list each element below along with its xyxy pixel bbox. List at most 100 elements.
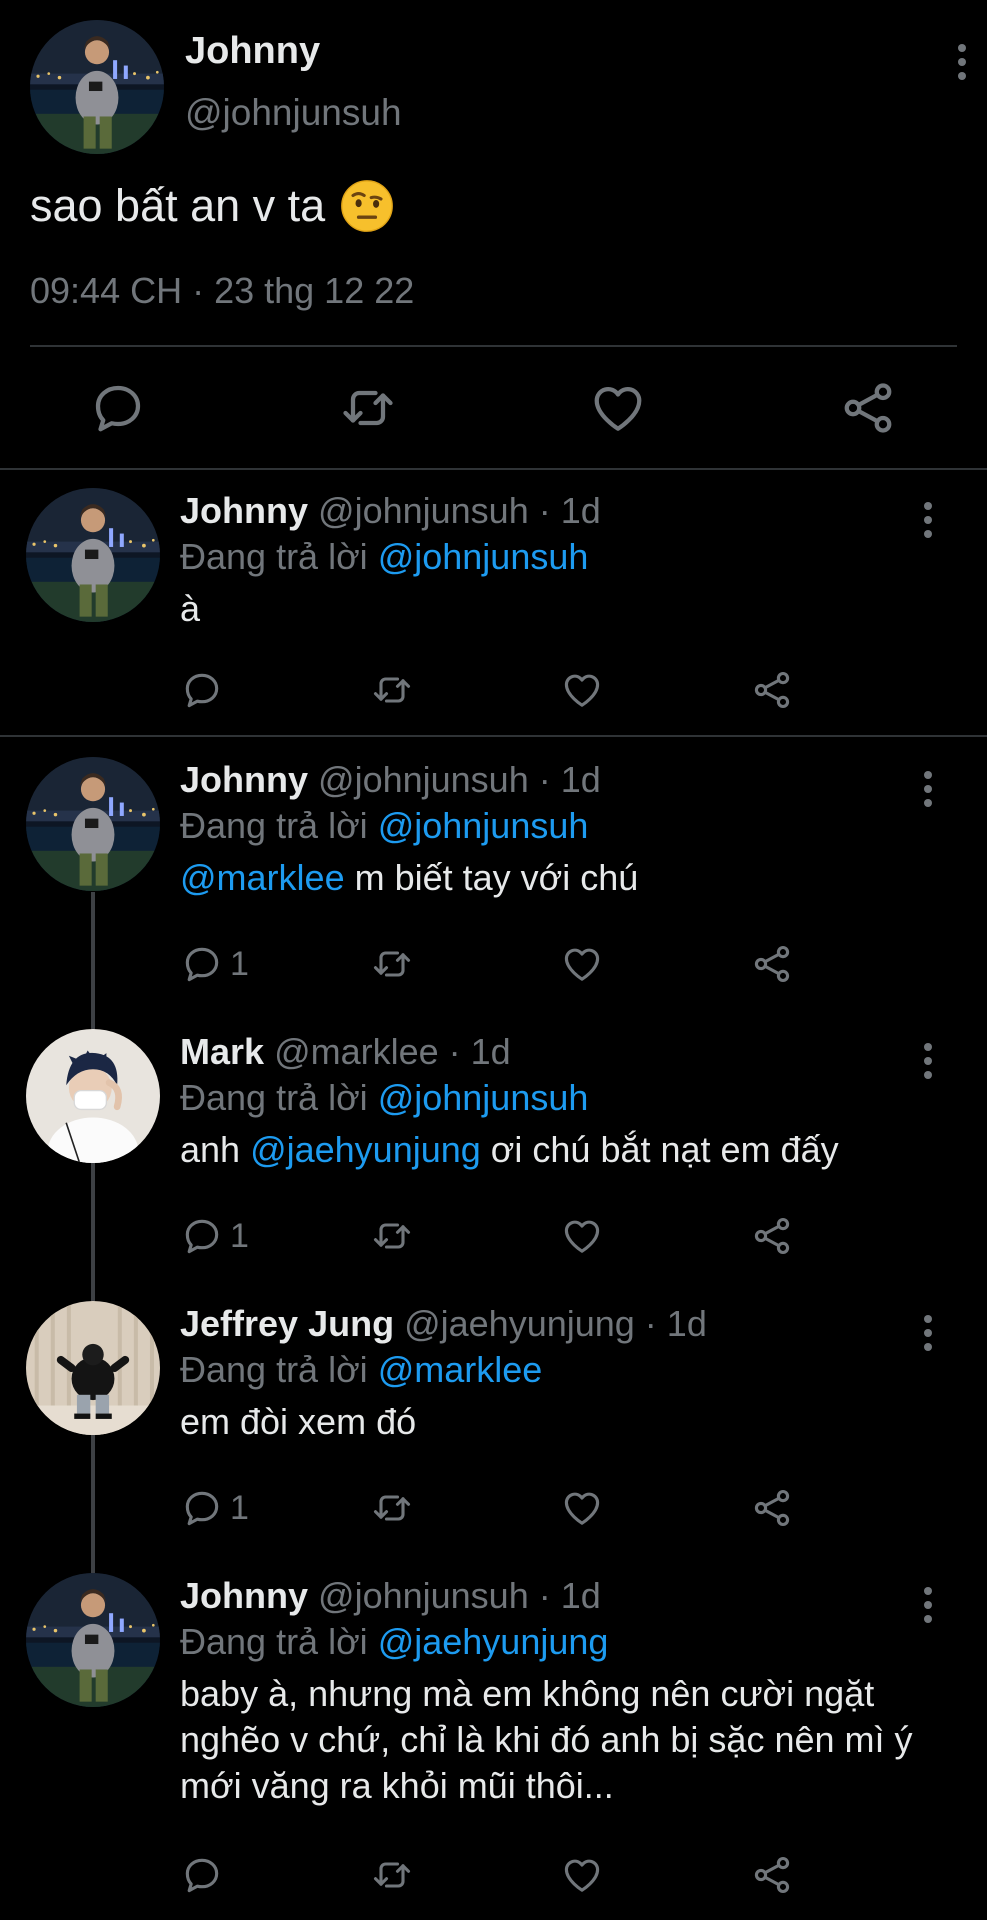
replying-to: Đang trả lời @jaehyunjung [180,1621,608,1663]
replying-to: Đang trả lời @johnjunsuh [180,536,588,578]
reply-action-bar: 1 [180,942,820,992]
more-vertical-icon[interactable] [923,1315,933,1351]
replying-to-link[interactable]: @johnjunsuh [378,805,589,846]
replying-to-link[interactable]: @jaehyunjung [378,1621,609,1662]
reply-action-bar: 1 [180,1486,820,1536]
reply-author-handle[interactable]: @johnjunsuh · 1d [318,490,601,531]
reply-text: anh @jaehyunjung ơi chú bắt nạt em đấy [180,1127,940,1173]
tweet-timestamp[interactable]: 09:44 CH · 23 thg 12 22 [30,270,414,312]
share-icon[interactable] [750,668,794,712]
reply-header: Mark @marklee · 1d [180,1031,511,1073]
more-vertical-icon[interactable] [957,44,967,80]
johnny-avatar[interactable] [30,20,164,154]
reply-header: Jeffrey Jung @jaehyunjung · 1d [180,1303,707,1345]
reply-author-handle[interactable]: @johnjunsuh · 1d [318,759,601,800]
reply-author-name[interactable]: Jeffrey Jung [180,1303,394,1344]
johnny-avatar[interactable] [26,488,160,622]
retweet-icon[interactable] [370,668,414,712]
share-icon[interactable] [750,942,794,986]
more-vertical-icon[interactable] [923,502,933,538]
heart-icon[interactable] [560,1214,604,1258]
jeffrey-avatar[interactable] [26,1301,160,1435]
reply-button[interactable]: 1 [180,1486,249,1530]
reply-author-name[interactable]: Mark [180,1031,264,1072]
comment-icon[interactable] [180,1486,224,1530]
reply-author-name[interactable]: Johnny [180,759,308,800]
reply-action-bar [180,668,820,718]
replying-to-link[interactable]: @johnjunsuh [378,536,589,577]
heart-icon[interactable] [560,942,604,986]
face-with-raised-eyebrow-emoji-icon [339,178,395,234]
comment-icon[interactable] [180,668,224,712]
reply-text: baby à, nhưng mà em không nên cười ngặt … [180,1673,913,1806]
reply-button[interactable]: 1 [180,1214,249,1258]
replying-to: Đang trả lời @johnjunsuh [180,805,588,847]
replying-to-link[interactable]: @johnjunsuh [378,1077,589,1118]
reply-item[interactable]: Johnny @johnjunsuh · 1d Đang trả lời @jo… [0,468,987,735]
author-name[interactable]: Johnny [185,30,320,73]
reply-item[interactable]: Johnny @johnjunsuh · 1d Đang trả lời @ja… [0,1553,987,1920]
reply-header: Johnny @johnjunsuh · 1d [180,1575,601,1617]
tweet-text: sao bất an v ta [30,178,395,234]
heart-icon[interactable] [560,1853,604,1897]
tweet-text-content: sao bất an v ta [30,180,326,231]
reply-item[interactable]: Mark @marklee · 1d Đang trả lời @johnjun… [0,1009,987,1279]
reply-text: @marklee m biết tay với chú [180,855,940,901]
replying-label: Đang trả lời [180,805,378,846]
heart-icon[interactable] [588,378,648,438]
main-action-bar [0,378,987,438]
replying-label: Đang trả lời [180,1077,378,1118]
retweet-icon[interactable] [370,942,414,986]
reply-text: à [180,588,201,629]
retweet-icon[interactable] [370,1214,414,1258]
reply-text-content: ơi chú bắt nạt em đấy [480,1129,839,1170]
retweet-icon[interactable] [370,1486,414,1530]
reply-text-content: m biết tay với chú [344,857,639,898]
share-icon[interactable] [838,378,898,438]
share-icon[interactable] [750,1853,794,1897]
johnny-avatar[interactable] [26,1573,160,1707]
comment-icon[interactable] [180,1214,224,1258]
divider [30,345,957,347]
comment-icon[interactable] [180,1853,224,1897]
share-icon[interactable] [750,1214,794,1258]
replying-label: Đang trả lời [180,536,378,577]
more-vertical-icon[interactable] [923,1587,933,1623]
reply-author-handle[interactable]: @johnjunsuh · 1d [318,1575,601,1616]
reply-action-bar: 1 [180,1214,820,1264]
reply-author-name[interactable]: Johnny [180,490,308,531]
replying-label: Đang trả lời [180,1621,378,1662]
comment-icon[interactable] [180,942,224,986]
retweet-icon[interactable] [338,378,398,438]
reply-text-prefix: anh [180,1129,251,1170]
reply-text: em đòi xem đó [180,1401,417,1442]
mark-avatar[interactable] [26,1029,160,1163]
replying-label: Đang trả lời [180,1349,378,1390]
author-handle[interactable]: @johnjunsuh [185,92,402,134]
share-icon[interactable] [750,1486,794,1530]
more-vertical-icon[interactable] [923,1043,933,1079]
mention-link[interactable]: @jaehyunjung [250,1129,481,1170]
reply-button[interactable]: 1 [180,942,249,986]
reply-header: Johnny @johnjunsuh · 1d [180,759,601,801]
reply-author-handle[interactable]: @jaehyunjung · 1d [404,1303,707,1344]
reply-author-handle[interactable]: @marklee · 1d [274,1031,511,1072]
johnny-avatar[interactable] [26,757,160,891]
reply-item[interactable]: Jeffrey Jung @jaehyunjung · 1d Đang trả … [0,1281,987,1551]
mention-link[interactable]: @marklee [180,857,345,898]
retweet-icon[interactable] [370,1853,414,1897]
replying-to: Đang trả lời @marklee [180,1349,542,1391]
reply-count: 1 [230,1488,249,1527]
reply-author-name[interactable]: Johnny [180,1575,308,1616]
main-tweet: Johnny @johnjunsuh sao bất an v ta 09:44… [0,0,987,470]
comment-icon[interactable] [88,378,148,438]
heart-icon[interactable] [560,1486,604,1530]
heart-icon[interactable] [560,668,604,712]
reply-action-bar [180,1853,820,1903]
replying-to: Đang trả lời @johnjunsuh [180,1077,588,1119]
replying-to-link[interactable]: @marklee [378,1349,543,1390]
reply-header: Johnny @johnjunsuh · 1d [180,490,601,532]
reply-item[interactable]: Johnny @johnjunsuh · 1d Đang trả lời @jo… [0,737,987,1007]
more-vertical-icon[interactable] [923,771,933,807]
reply-count: 1 [230,1216,249,1255]
